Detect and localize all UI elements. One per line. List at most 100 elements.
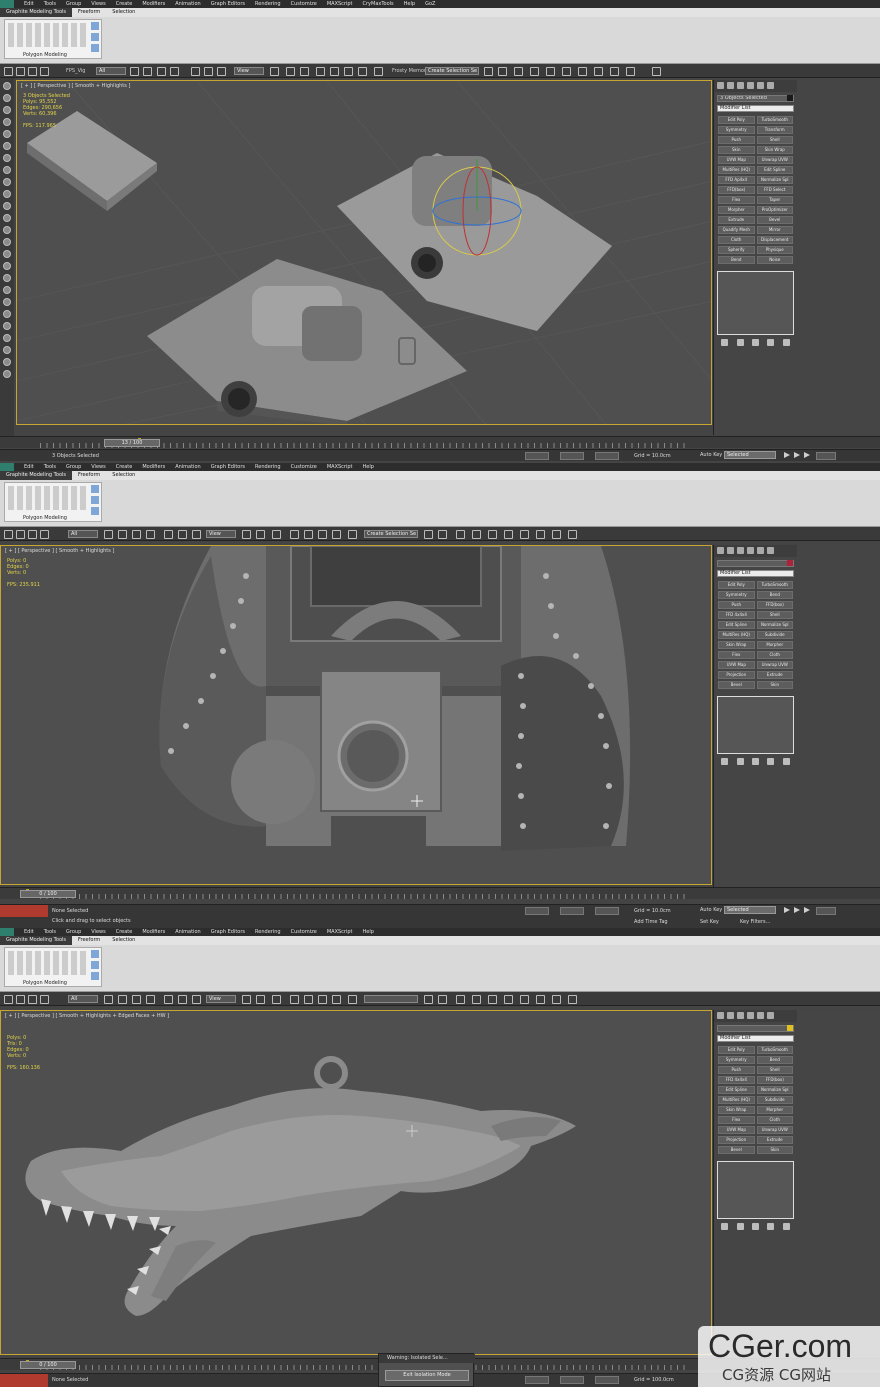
modifier-button[interactable]: Push bbox=[718, 601, 755, 609]
modify-tab-icon[interactable] bbox=[727, 82, 734, 89]
app-logo-icon[interactable] bbox=[0, 0, 14, 8]
reference-coord-dropdown[interactable]: View bbox=[234, 67, 264, 75]
modifier-button[interactable]: Spherify bbox=[718, 246, 755, 254]
polygon-modeling-label[interactable]: Polygon Modeling bbox=[23, 52, 67, 58]
snap-toggle-icon[interactable] bbox=[316, 67, 325, 76]
menu-animation[interactable]: Animation bbox=[175, 464, 201, 470]
left-tool-icon[interactable] bbox=[3, 286, 11, 294]
move-icon[interactable] bbox=[164, 530, 173, 539]
menu-customize[interactable]: Customize bbox=[291, 464, 317, 470]
spinner-snap-icon[interactable] bbox=[332, 530, 341, 539]
coord-z-field[interactable] bbox=[595, 907, 619, 915]
modifier-button[interactable]: Symmetry bbox=[718, 591, 755, 599]
named-selection-dropdown[interactable] bbox=[364, 995, 418, 1003]
select-manipulate-icon[interactable] bbox=[256, 995, 265, 1004]
display-tab-icon[interactable] bbox=[757, 82, 764, 89]
modifier-button[interactable]: MultiRes (HQ) bbox=[718, 166, 755, 174]
graphite-toggle-icon[interactable] bbox=[530, 67, 539, 76]
render-frame-icon[interactable] bbox=[610, 67, 619, 76]
left-tool-icon[interactable] bbox=[3, 214, 11, 222]
undo-icon[interactable] bbox=[4, 995, 13, 1004]
utilities-tab-icon[interactable] bbox=[767, 1012, 774, 1019]
modifier-button[interactable]: Normalize Spl bbox=[756, 621, 793, 629]
play-icon[interactable] bbox=[784, 452, 790, 458]
modifier-list-dropdown[interactable]: Modifier List bbox=[717, 105, 794, 112]
modifier-button[interactable]: Bevel bbox=[718, 1146, 755, 1154]
modifier-button[interactable]: Shell bbox=[756, 136, 793, 144]
reference-coord-dropdown[interactable]: View bbox=[206, 995, 236, 1003]
mirror-icon[interactable] bbox=[424, 530, 433, 539]
modifier-button[interactable]: Edit Spline bbox=[756, 166, 793, 174]
menu-create[interactable]: Create bbox=[116, 1, 133, 7]
left-tool-icon[interactable] bbox=[3, 238, 11, 246]
modifier-button[interactable]: UVW Map bbox=[718, 661, 755, 669]
render-setup-icon[interactable] bbox=[536, 530, 545, 539]
render-icon[interactable] bbox=[568, 995, 577, 1004]
move-icon[interactable] bbox=[164, 995, 173, 1004]
exit-isolation-mode-button[interactable]: Exit Isolation Mode bbox=[385, 1370, 469, 1381]
left-tool-icon[interactable] bbox=[3, 310, 11, 318]
pin-stack-icon[interactable] bbox=[721, 339, 729, 346]
modifier-stack-view[interactable] bbox=[717, 271, 794, 335]
menu-modifiers[interactable]: Modifiers bbox=[142, 929, 165, 935]
layer-manager-icon[interactable] bbox=[456, 530, 465, 539]
time-slider[interactable]: 0 / 100 bbox=[20, 1361, 76, 1369]
window-crossing-icon[interactable] bbox=[146, 995, 155, 1004]
modifier-button[interactable]: Skin bbox=[756, 681, 793, 689]
menu-maxscript[interactable]: MAXScript bbox=[327, 464, 353, 470]
left-tool-icon[interactable] bbox=[3, 358, 11, 366]
spinner-snap-icon[interactable] bbox=[332, 995, 341, 1004]
hierarchy-tab-icon[interactable] bbox=[737, 82, 744, 89]
configure-sets-icon[interactable] bbox=[782, 1223, 790, 1230]
coord-y-field[interactable] bbox=[560, 452, 584, 460]
show-end-result-icon[interactable] bbox=[736, 1223, 744, 1230]
select-by-name-icon[interactable] bbox=[118, 530, 127, 539]
curve-editor-icon[interactable] bbox=[546, 67, 555, 76]
curve-editor-icon[interactable] bbox=[488, 530, 497, 539]
modifier-button[interactable]: Physique bbox=[756, 246, 793, 254]
align-icon[interactable] bbox=[498, 67, 507, 76]
align-icon[interactable] bbox=[438, 530, 447, 539]
modifier-button[interactable]: Bevel bbox=[718, 681, 755, 689]
coord-x-field[interactable] bbox=[525, 452, 549, 460]
modifier-button[interactable]: FFD(box) bbox=[756, 1076, 793, 1084]
left-tool-icon[interactable] bbox=[3, 106, 11, 114]
object-name-field[interactable]: 3 Objects Selected bbox=[717, 95, 794, 102]
current-frame-field[interactable] bbox=[816, 452, 836, 460]
rotate-icon[interactable] bbox=[178, 995, 187, 1004]
modifier-button[interactable]: Skin Wrap bbox=[718, 1106, 755, 1114]
link-icon[interactable] bbox=[28, 67, 37, 76]
hierarchy-tab-icon[interactable] bbox=[737, 547, 744, 554]
modifier-button[interactable]: Normalize Spl bbox=[756, 176, 793, 184]
modifier-button[interactable]: Symmetry bbox=[718, 1056, 755, 1064]
modifier-button[interactable]: Unwrap UVW bbox=[756, 1126, 793, 1134]
key-filters-button[interactable]: Key Filters... bbox=[740, 919, 770, 925]
modifier-button[interactable]: FFD(box) bbox=[756, 601, 793, 609]
modifier-button[interactable]: Symmetry bbox=[718, 126, 755, 134]
tab-selection[interactable]: Selection bbox=[106, 8, 141, 17]
menu-animation[interactable]: Animation bbox=[175, 929, 201, 935]
modifier-button[interactable]: Skin Wrap bbox=[756, 146, 793, 154]
menu-edit[interactable]: Edit bbox=[24, 1, 34, 7]
scale-icon[interactable] bbox=[217, 67, 226, 76]
render-frame-icon[interactable] bbox=[552, 530, 561, 539]
time-slider[interactable]: 0 / 100 bbox=[20, 890, 76, 898]
menu-views[interactable]: Views bbox=[91, 929, 105, 935]
modifier-button[interactable]: Edit Poly bbox=[718, 1046, 755, 1054]
time-slider[interactable]: 13 / 100 bbox=[104, 439, 160, 447]
ribbon-side-buttons[interactable] bbox=[91, 485, 99, 515]
modifier-button[interactable]: Transform bbox=[756, 126, 793, 134]
percent-snap-icon[interactable] bbox=[344, 67, 353, 76]
object-color-swatch[interactable] bbox=[787, 560, 793, 566]
ribbon-side-buttons[interactable] bbox=[91, 950, 99, 980]
modifier-button[interactable]: Edit Spline bbox=[718, 621, 755, 629]
modifier-button[interactable]: Push bbox=[718, 1066, 755, 1074]
menu-maxscript[interactable]: MAXScript bbox=[327, 929, 353, 935]
modifier-button[interactable]: Extrude bbox=[756, 1136, 793, 1144]
modifier-button[interactable]: Quadify Mesh bbox=[718, 226, 755, 234]
named-selection-dropdown[interactable]: Create Selection Se bbox=[425, 67, 479, 75]
motion-tab-icon[interactable] bbox=[747, 547, 754, 554]
set-key-label[interactable]: Set Key bbox=[700, 919, 719, 925]
modifier-button[interactable]: TurboSmooth bbox=[756, 116, 793, 124]
polygon-modeling-label[interactable]: Polygon Modeling bbox=[23, 980, 67, 986]
